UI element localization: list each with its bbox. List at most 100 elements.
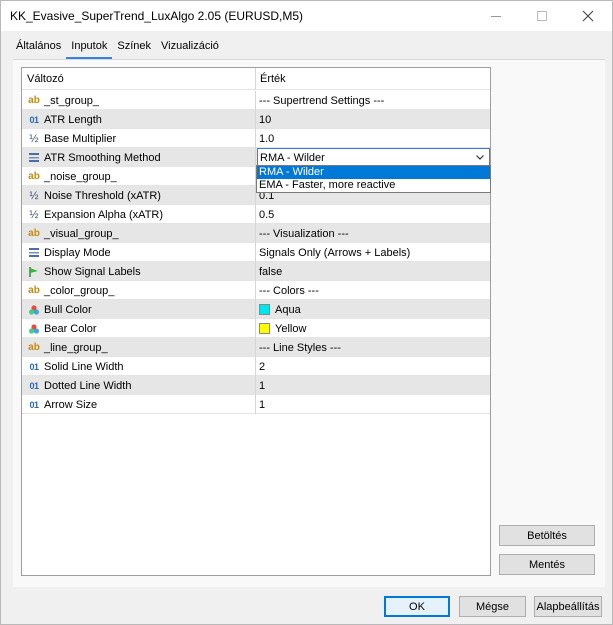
- value-cell[interactable]: --- Supertrend Settings ---: [257, 91, 490, 110]
- table-row[interactable]: ab _color_group_ --- Colors ---: [22, 281, 490, 300]
- tab-general[interactable]: Általános: [11, 37, 66, 59]
- value-text: 0.5: [259, 208, 275, 221]
- string-ab-icon: ab: [28, 342, 40, 353]
- table-row[interactable]: 01 Arrow Size 1: [22, 395, 490, 414]
- variable-cell: ab _st_group_: [22, 91, 256, 110]
- value-cell[interactable]: --- Visualization ---: [257, 224, 490, 243]
- maximize-icon: [537, 11, 547, 21]
- select-value: RMA - Wilder: [260, 151, 325, 164]
- value-cell[interactable]: 1: [257, 376, 490, 395]
- cancel-button[interactable]: Mégse: [459, 596, 526, 617]
- value-text: Signals Only (Arrows + Labels): [259, 246, 411, 259]
- variable-cell: ½ Base Multiplier: [22, 129, 256, 148]
- maximize-button[interactable]: [519, 1, 565, 31]
- value-text: Aqua: [275, 303, 301, 316]
- table-row[interactable]: Display Mode Signals Only (Arrows + Label…: [22, 243, 490, 262]
- variable-name: Show Signal Labels: [44, 265, 141, 278]
- table-row[interactable]: 01 Dotted Line Width 1: [22, 376, 490, 395]
- ok-button[interactable]: OK: [384, 596, 450, 617]
- title-bar[interactable]: KK_Evasive_SuperTrend_LuxAlgo 2.05 (EURU…: [1, 1, 612, 31]
- variable-name: Noise Threshold (xATR): [44, 189, 161, 202]
- header-value[interactable]: Érték: [257, 68, 490, 90]
- variable-name: _noise_group_: [44, 170, 117, 183]
- variable-cell: ATR Smoothing Method: [22, 148, 256, 167]
- variable-cell: Display Mode: [22, 243, 256, 262]
- table-row[interactable]: ab _visual_group_ --- Visualization ---: [22, 224, 490, 243]
- variable-name: Dotted Line Width: [44, 379, 132, 392]
- color-swatch[interactable]: [259, 304, 270, 315]
- window-title: KK_Evasive_SuperTrend_LuxAlgo 2.05 (EURU…: [10, 9, 304, 23]
- enum-icon: [27, 152, 41, 163]
- double-icon: ½: [29, 132, 39, 145]
- reset-defaults-button[interactable]: Alapbeállítás: [534, 596, 602, 617]
- inputs-table: Változó Érték ab _st_group_ --- Supertrend…: [21, 67, 491, 576]
- value-text: 2: [259, 360, 266, 373]
- variable-cell: 01 Dotted Line Width: [22, 376, 256, 395]
- variable-cell: Bear Color: [22, 319, 256, 338]
- variable-name: _visual_group_: [44, 227, 119, 240]
- table-row[interactable]: Bear Color Yellow: [22, 319, 490, 338]
- value-text: --- Supertrend Settings ---: [259, 94, 385, 107]
- value-cell[interactable]: 0.5: [257, 205, 490, 224]
- value-text: 10: [259, 113, 272, 126]
- table-row[interactable]: ½ Expansion Alpha (xATR) 0.5: [22, 205, 490, 224]
- table-header: Változó Érték: [22, 68, 490, 90]
- variable-cell: Show Signal Labels: [22, 262, 256, 281]
- tab-visualization[interactable]: Vizualizáció: [156, 37, 224, 59]
- variable-cell: Bull Color: [22, 300, 256, 319]
- value-cell[interactable]: Signals Only (Arrows + Labels): [257, 243, 490, 262]
- variable-cell: 01 Solid Line Width: [22, 357, 256, 376]
- close-button[interactable]: [565, 1, 611, 31]
- color-swatch[interactable]: [259, 323, 270, 334]
- tab-colors[interactable]: Színek: [112, 37, 156, 59]
- variable-name: Bull Color: [44, 303, 92, 316]
- table-row[interactable]: ab _line_group_ --- Line Styles ---: [22, 338, 490, 357]
- table-row[interactable]: 01 ATR Length 10: [22, 110, 490, 129]
- integer-icon: 01: [29, 380, 39, 391]
- table-row[interactable]: Show Signal Labels false: [22, 262, 490, 281]
- value-cell[interactable]: Aqua: [257, 300, 490, 319]
- variable-name: _line_group_: [44, 341, 108, 354]
- integer-icon: 01: [29, 361, 39, 372]
- variable-cell: ½ Expansion Alpha (xATR): [22, 205, 256, 224]
- variable-cell: ab _visual_group_: [22, 224, 256, 243]
- variable-cell: ½ Noise Threshold (xATR): [22, 186, 256, 205]
- variable-name: Bear Color: [44, 322, 97, 335]
- value-cell[interactable]: --- Colors ---: [257, 281, 490, 300]
- string-ab-icon: ab: [28, 95, 40, 106]
- load-button[interactable]: Betöltés: [499, 525, 595, 546]
- enum-icon: [27, 247, 41, 258]
- tab-inputs[interactable]: Inputok: [66, 37, 113, 59]
- value-cell[interactable]: 10: [257, 110, 490, 129]
- variable-cell: ab _noise_group_: [22, 167, 256, 186]
- value-cell[interactable]: 2: [257, 357, 490, 376]
- chevron-down-icon[interactable]: [475, 152, 485, 162]
- color-icon: [27, 323, 41, 335]
- value-text: --- Colors ---: [259, 284, 319, 297]
- dropdown-option-rma[interactable]: RMA - Wilder: [257, 166, 490, 179]
- value-cell[interactable]: 1: [257, 395, 490, 414]
- minimize-button[interactable]: [473, 1, 519, 31]
- table-row[interactable]: 01 Solid Line Width 2: [22, 357, 490, 376]
- value-cell[interactable]: false: [257, 262, 490, 281]
- variable-name: _st_group_: [44, 94, 100, 107]
- bool-icon: [27, 266, 41, 278]
- table-row[interactable]: ½ Base Multiplier 1.0: [22, 129, 490, 148]
- value-text: 1: [259, 379, 266, 392]
- value-cell[interactable]: 1.0: [257, 129, 490, 148]
- value-text: --- Line Styles ---: [259, 341, 341, 354]
- table-row[interactable]: Bull Color Aqua: [22, 300, 490, 319]
- value-cell[interactable]: --- Line Styles ---: [257, 338, 490, 357]
- variable-name: ATR Length: [44, 113, 102, 126]
- color-icon: [27, 304, 41, 316]
- value-cell[interactable]: Yellow: [257, 319, 490, 338]
- variable-name: Expansion Alpha (xATR): [44, 208, 164, 221]
- dropdown-option-ema[interactable]: EMA - Faster, more reactive: [257, 179, 490, 192]
- double-icon: ½: [29, 189, 39, 202]
- variable-name: Solid Line Width: [44, 360, 124, 373]
- table-row[interactable]: ab _st_group_ --- Supertrend Settings ---: [22, 91, 490, 110]
- header-variable[interactable]: Változó: [22, 68, 256, 90]
- save-button[interactable]: Mentés: [499, 554, 595, 575]
- variable-name: Base Multiplier: [44, 132, 117, 145]
- string-ab-icon: ab: [28, 285, 40, 296]
